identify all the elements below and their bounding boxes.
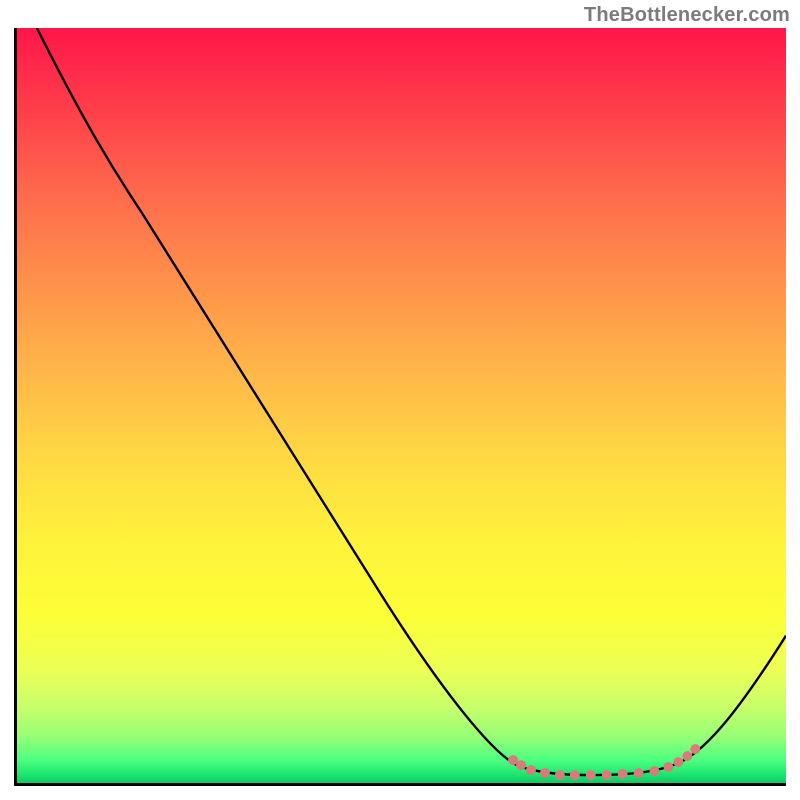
- chart-container: TheBottlenecker.com: [0, 0, 800, 800]
- watermark-text: TheBottlenecker.com: [584, 4, 790, 27]
- bottleneck-curve: [37, 28, 786, 775]
- plot-area: [14, 28, 786, 786]
- marker-cluster: [508, 744, 700, 780]
- curve-overlay: [17, 28, 786, 783]
